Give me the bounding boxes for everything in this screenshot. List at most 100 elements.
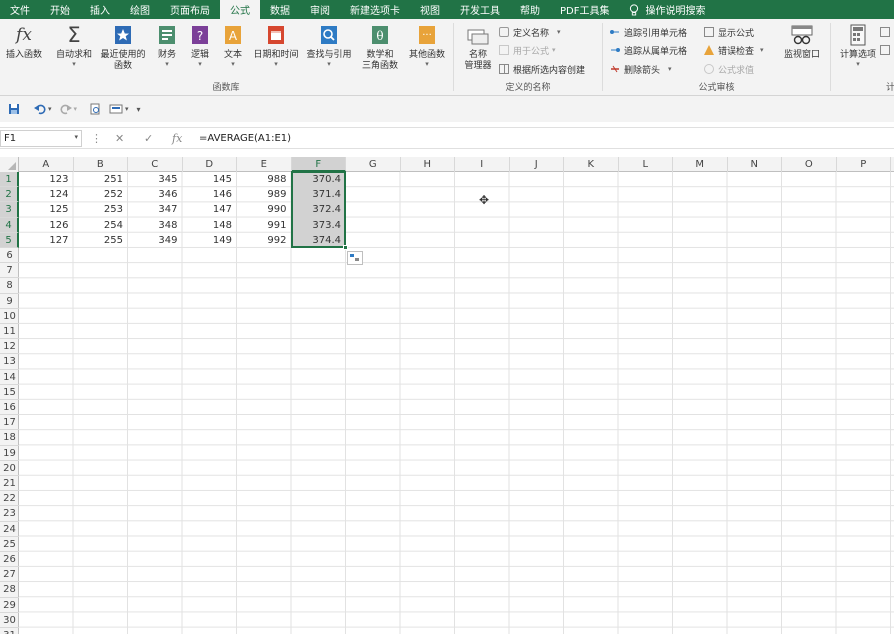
column-header[interactable]: P: [837, 157, 891, 172]
table-cell[interactable]: 346: [128, 187, 183, 202]
row-header[interactable]: 4: [0, 217, 19, 233]
create-from-selection-button[interactable]: 根据所选内容创建: [499, 62, 585, 76]
column-header[interactable]: F: [291, 157, 346, 172]
column-header[interactable]: A: [19, 157, 74, 172]
menu-tab[interactable]: 文件: [0, 0, 40, 19]
table-cell[interactable]: 145: [183, 172, 238, 187]
table-cell[interactable]: 370.4: [292, 172, 347, 187]
row-header[interactable]: 25: [0, 537, 19, 552]
table-cell[interactable]: 345: [128, 172, 183, 187]
table-cell[interactable]: 252: [74, 187, 129, 202]
row-header[interactable]: 10: [0, 309, 19, 324]
table-cell[interactable]: 253: [74, 202, 129, 217]
table-cell[interactable]: 125: [19, 202, 74, 217]
menu-tab[interactable]: 帮助: [510, 0, 550, 19]
print-preview-button[interactable]: [85, 99, 105, 119]
show-formulas-button[interactable]: 显示公式: [704, 25, 754, 39]
row-header[interactable]: 23: [0, 506, 19, 522]
column-header[interactable]: B: [74, 157, 128, 172]
trace-dependents-button[interactable]: 追踪从属单元格: [610, 43, 687, 57]
table-cell[interactable]: 348: [128, 218, 183, 233]
table-cell[interactable]: 127: [19, 233, 74, 248]
row-header[interactable]: 7: [0, 263, 19, 279]
trace-precedents-button[interactable]: 追踪引用单元格: [610, 25, 687, 39]
menu-tab[interactable]: 数据: [260, 0, 300, 19]
evaluate-formula-button[interactable]: 公式求值: [704, 62, 754, 76]
row-header[interactable]: 1: [0, 172, 19, 188]
column-header[interactable]: G: [346, 157, 401, 172]
table-cell[interactable]: 349: [128, 233, 183, 248]
cancel-icon[interactable]: ✕: [115, 130, 124, 147]
define-name-button[interactable]: 定义名称 ▾: [499, 25, 561, 39]
table-cell[interactable]: 347: [128, 202, 183, 217]
datetime-button[interactable]: 日期和时间 ▾: [250, 23, 302, 68]
column-header[interactable]: N: [728, 157, 782, 172]
customize-qat-button[interactable]: ▾: [133, 99, 145, 119]
column-header[interactable]: I: [455, 157, 510, 172]
column-header[interactable]: M: [673, 157, 728, 172]
row-header[interactable]: 27: [0, 567, 19, 583]
row-header[interactable]: 14: [0, 370, 19, 385]
logical-button[interactable]: ? 逻辑 ▾: [186, 23, 214, 68]
row-header[interactable]: 3: [0, 202, 19, 218]
recent-functions-button[interactable]: 最近使用的 函数: [97, 23, 149, 72]
menu-tab[interactable]: 审阅: [300, 0, 340, 19]
menu-tab[interactable]: 新建选项卡: [340, 0, 410, 19]
row-header[interactable]: 15: [0, 385, 19, 400]
cells-area[interactable]: 123 251 345 145 988 370.4 124 252 346 146 989 371.4…: [19, 171, 894, 634]
insert-function-button[interactable]: fx 插入函数: [3, 23, 45, 61]
row-header[interactable]: 24: [0, 522, 19, 537]
table-cell[interactable]: 126: [19, 218, 74, 233]
row-header[interactable]: 8: [0, 278, 19, 294]
row-header[interactable]: 26: [0, 552, 19, 568]
fill-handle[interactable]: [343, 245, 348, 250]
calc-sheet-icon[interactable]: [880, 43, 894, 57]
formula-input[interactable]: =AVERAGE(A1:E1): [199, 130, 291, 147]
text-functions-button[interactable]: A 文本 ▾: [219, 23, 247, 68]
calculation-options-button[interactable]: 计算选项 ▾: [836, 23, 880, 68]
table-cell[interactable]: 255: [74, 233, 129, 248]
table-cell[interactable]: 374.4: [292, 233, 347, 248]
column-header[interactable]: O: [782, 157, 837, 172]
row-header[interactable]: 30: [0, 613, 19, 628]
undo-button[interactable]: ▾: [30, 99, 56, 119]
table-cell[interactable]: 148: [183, 218, 238, 233]
table-cell[interactable]: 992: [237, 233, 292, 248]
error-checking-button[interactable]: 错误检查 ▾: [704, 43, 764, 57]
row-header[interactable]: 29: [0, 598, 19, 613]
table-cell[interactable]: 989: [237, 187, 292, 202]
financial-button[interactable]: 财务 ▾: [152, 23, 182, 68]
row-header[interactable]: 13: [0, 354, 19, 370]
column-header[interactable]: C: [128, 157, 183, 172]
table-cell[interactable]: 371.4: [292, 187, 347, 202]
select-all-corner[interactable]: [0, 157, 19, 172]
row-header[interactable]: 28: [0, 582, 19, 598]
math-trig-button[interactable]: θ 数学和 三角函数: [355, 23, 405, 72]
use-in-formula-button[interactable]: 用于公式 ▾: [499, 43, 556, 57]
menu-tab[interactable]: 插入: [80, 0, 120, 19]
table-cell[interactable]: 990: [237, 202, 292, 217]
menu-tab[interactable]: 绘图: [120, 0, 160, 19]
column-header[interactable]: L: [619, 157, 673, 172]
row-header[interactable]: 11: [0, 324, 19, 340]
redo-button[interactable]: ▾: [56, 99, 82, 119]
menu-tab[interactable]: 开发工具: [450, 0, 510, 19]
table-cell[interactable]: 372.4: [292, 202, 347, 217]
row-header[interactable]: 21: [0, 476, 19, 492]
watch-window-button[interactable]: 监视窗口: [780, 23, 824, 61]
menu-tab[interactable]: 视图: [410, 0, 450, 19]
menu-tab[interactable]: 页面布局: [160, 0, 220, 19]
calc-now-icon[interactable]: [880, 25, 894, 39]
row-header[interactable]: 19: [0, 446, 19, 461]
table-cell[interactable]: 149: [183, 233, 238, 248]
column-header[interactable]: E: [237, 157, 292, 172]
table-cell[interactable]: 254: [74, 218, 129, 233]
quick-analysis-button[interactable]: [347, 251, 363, 265]
confirm-icon[interactable]: ✓: [144, 130, 153, 147]
table-cell[interactable]: 373.4: [292, 218, 347, 233]
menu-tab[interactable]: PDF工具集: [550, 0, 619, 19]
save-button[interactable]: [4, 99, 24, 119]
column-header[interactable]: J: [510, 157, 564, 172]
table-cell[interactable]: 991: [237, 218, 292, 233]
column-header[interactable]: D: [183, 157, 237, 172]
